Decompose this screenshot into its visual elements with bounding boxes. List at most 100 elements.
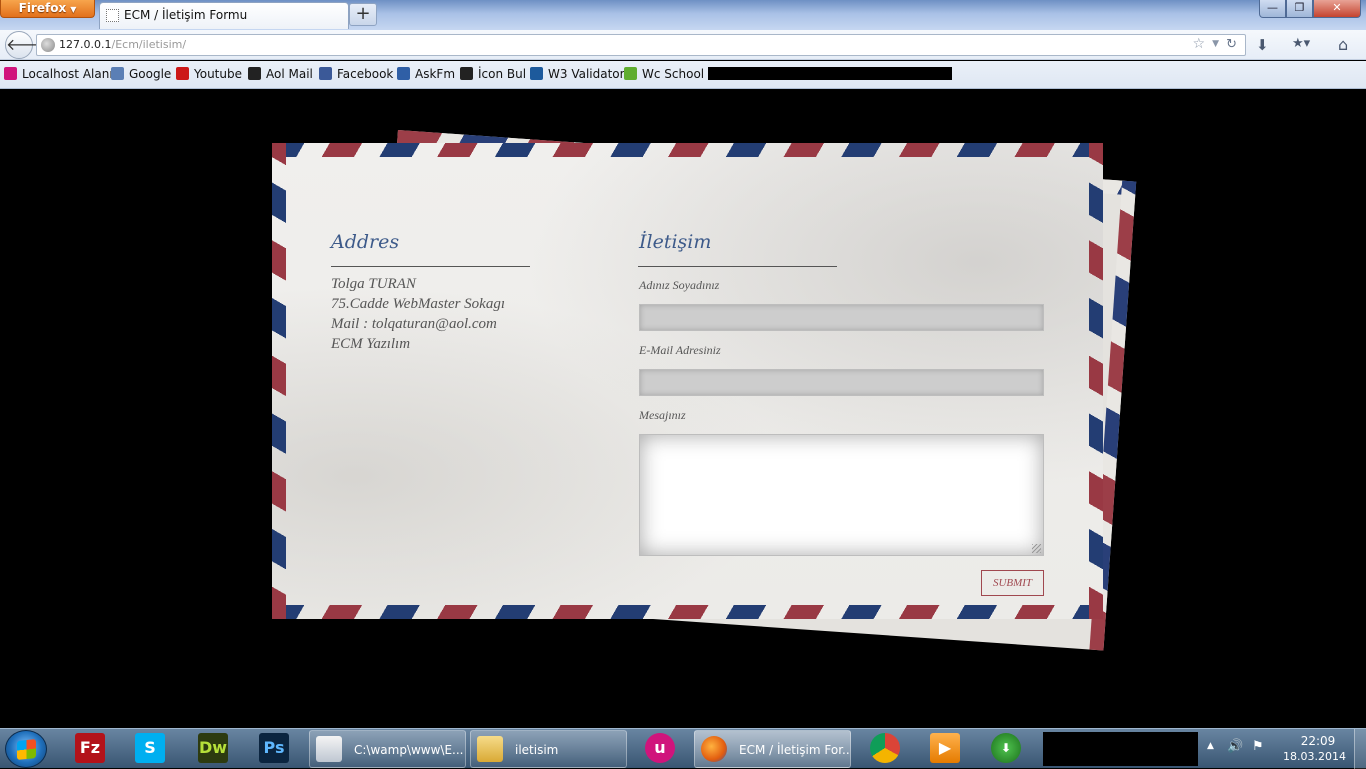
address-heading: Addres xyxy=(331,231,400,253)
bookmark-item[interactable]: İcon Bul xyxy=(460,67,526,83)
address-line: ECM Yazılım xyxy=(331,336,411,352)
mail-icon xyxy=(111,67,124,80)
back-button[interactable]: 🡐 xyxy=(5,31,49,59)
youtube-icon xyxy=(176,67,189,80)
submit-button[interactable]: SUBMIT xyxy=(981,570,1044,596)
bookmark-item[interactable]: W3 Validator xyxy=(530,67,625,83)
taskbar-task-label: C:\wamp\www\E... xyxy=(354,743,464,757)
globe-icon xyxy=(41,38,55,52)
taskbar-task[interactable]: C:\wamp\www\E... xyxy=(309,730,466,768)
bookmark-label: İcon Bul xyxy=(478,67,527,81)
tray-expand-icon[interactable]: ▲ xyxy=(1207,741,1214,751)
navigation-bar: 🡐 127.0.0.1/Ecm/iletisim/ ☆ ▼ ↻ ⬇ ★▾ ⌂ xyxy=(0,30,1366,60)
name-input[interactable] xyxy=(639,304,1044,331)
address-line: 75.Cadde WebMaster Sokagı xyxy=(331,296,506,312)
airmail-stripe-left xyxy=(272,143,286,619)
resize-grip-icon[interactable] xyxy=(1032,544,1041,553)
chrome-pinned-icon[interactable] xyxy=(870,733,900,763)
download-manager-pinned-icon[interactable]: ⬇ xyxy=(991,733,1021,763)
maximize-button[interactable]: ❐ xyxy=(1286,0,1313,18)
bookmark-label: Localhost Alanı xyxy=(22,67,113,81)
aol-icon xyxy=(248,67,261,80)
bookmark-item[interactable]: Wc School xyxy=(624,67,704,83)
taskbar-task[interactable]: iletisim xyxy=(470,730,627,768)
notepad-icon xyxy=(316,736,342,762)
skype-pinned-icon[interactable]: S xyxy=(135,733,165,763)
wamp-pinned-icon[interactable]: u xyxy=(645,733,675,763)
contact-heading: İletişim xyxy=(639,231,712,253)
address-line: Mail : tolqaturan@aol.com xyxy=(331,316,497,332)
bookmarks-toolbar: Localhost Alanı Google Youtube Aol Mail Face… xyxy=(0,61,1366,89)
bookmark-label: Wc School xyxy=(642,67,705,81)
bookmark-label: Facebook xyxy=(337,67,394,81)
email-input[interactable] xyxy=(639,369,1044,396)
address-line: Tolga TURAN xyxy=(331,276,416,292)
chevron-down-icon: ▼ xyxy=(70,5,77,14)
action-center-flag-icon[interactable]: ⚑ xyxy=(1252,739,1264,754)
history-dropdown-icon[interactable]: ▼ xyxy=(1212,39,1219,49)
volume-icon[interactable]: 🔊 xyxy=(1227,739,1243,754)
url-host: 127.0.0.1 xyxy=(59,38,112,51)
bookmark-label: Youtube xyxy=(194,67,242,81)
airmail-stripe-bottom xyxy=(272,605,1103,619)
contact-divider xyxy=(638,266,837,267)
clock-date[interactable]: 18.03.2014 xyxy=(1283,750,1346,763)
contact-envelope-card: Addres Tolga TURAN 75.Cadde WebMaster So… xyxy=(272,143,1103,619)
bookmark-item[interactable]: Facebook xyxy=(319,67,393,83)
bookmark-item[interactable]: Aol Mail xyxy=(248,67,313,83)
wamp-icon xyxy=(4,67,17,80)
reload-icon[interactable]: ↻ xyxy=(1226,37,1237,52)
url-path: /Ecm/iletisim/ xyxy=(111,38,187,51)
bookmark-item[interactable]: Youtube xyxy=(176,67,242,83)
start-button[interactable] xyxy=(5,730,47,768)
airmail-stripe-right xyxy=(1089,143,1103,619)
w3-icon xyxy=(530,67,543,80)
bookmark-label: W3 Validator xyxy=(548,67,625,81)
bookmark-star-icon[interactable]: ☆ xyxy=(1192,36,1205,52)
filezilla-pinned-icon[interactable]: Fz xyxy=(75,733,105,763)
taskbar-task-label: iletisim xyxy=(515,743,559,757)
address-divider xyxy=(331,266,530,267)
title-bar: Firefox ▼ ECM / İletişim Formu + — ❐ ✕ xyxy=(0,0,1366,30)
folder-icon xyxy=(477,736,503,762)
media-player-pinned-icon[interactable]: ▶ xyxy=(930,733,960,763)
iconbul-icon xyxy=(460,67,473,80)
close-button[interactable]: ✕ xyxy=(1313,0,1361,18)
bookmark-label: Aol Mail xyxy=(266,67,313,81)
bookmarks-menu-icon[interactable]: ★▾ xyxy=(1292,36,1310,51)
windows-logo-icon xyxy=(17,739,36,760)
bookmark-item[interactable]: AskFm xyxy=(397,67,455,83)
windows-taskbar: u ▶ ⬇ ▲ 🔊 ⚑ 22:09 18.03.2014 Fz S Dw Ps C:\w… xyxy=(0,728,1366,769)
download-icon[interactable]: ⬇ xyxy=(1256,36,1269,54)
show-desktop-button[interactable] xyxy=(1354,729,1366,769)
photoshop-pinned-icon[interactable]: Ps xyxy=(259,733,289,763)
bookmark-label: Google xyxy=(129,67,172,81)
url-bar[interactable]: 127.0.0.1/Ecm/iletisim/ ☆ ▼ ↻ xyxy=(36,34,1246,56)
dreamweaver-pinned-icon[interactable]: Dw xyxy=(198,733,228,763)
firefox-icon xyxy=(701,736,727,762)
facebook-icon xyxy=(319,67,332,80)
email-label: E-Mail Adresiniz xyxy=(639,343,721,357)
message-label: Mesajınız xyxy=(639,408,686,422)
home-icon[interactable]: ⌂ xyxy=(1338,35,1348,54)
page-content: Addres Tolga TURAN 75.Cadde WebMaster So… xyxy=(0,90,1366,728)
minimize-button[interactable]: — xyxy=(1259,0,1286,18)
askfm-icon xyxy=(397,67,410,80)
w3schools-icon xyxy=(624,67,637,80)
tab-active[interactable]: ECM / İletişim Formu xyxy=(99,2,349,29)
taskbar-task[interactable]: ECM / İletişim For... xyxy=(694,730,851,768)
new-tab-button[interactable]: + xyxy=(349,3,377,26)
url-text: 127.0.0.1/Ecm/iletisim/ xyxy=(59,38,186,51)
firefox-menu-button[interactable]: Firefox ▼ xyxy=(0,0,95,18)
bookmark-item[interactable]: Google xyxy=(111,67,171,83)
airmail-stripe-top xyxy=(272,143,1103,157)
bookmark-label: AskFm xyxy=(415,67,456,81)
firefox-menu-label: Firefox xyxy=(18,1,67,15)
message-textarea[interactable] xyxy=(639,434,1044,556)
bookmark-item[interactable]: Localhost Alanı xyxy=(4,67,113,83)
name-label: Adınız Soyadınız xyxy=(639,278,720,292)
clock-time[interactable]: 22:09 xyxy=(1290,734,1346,748)
tab-title: ECM / İletişim Formu xyxy=(124,8,248,22)
page-favicon-icon xyxy=(106,9,119,22)
redacted-region xyxy=(1043,732,1198,766)
